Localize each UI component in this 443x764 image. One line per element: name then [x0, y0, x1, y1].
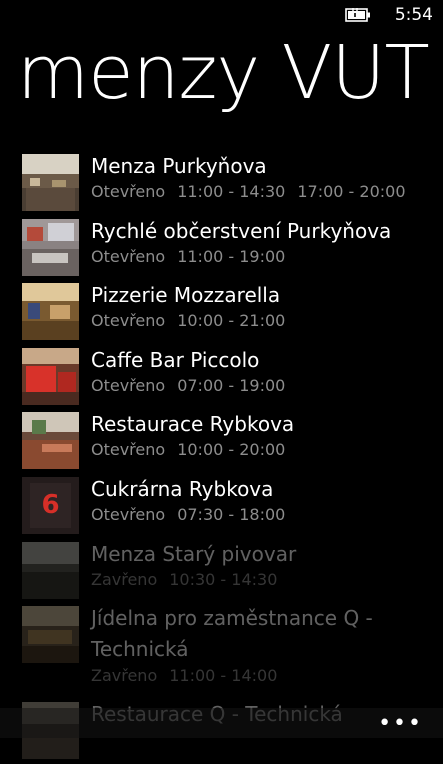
list-item[interactable]: Menza Starý pivovar Zavřeno 10:30 - 14:30	[22, 539, 443, 604]
restaurant-thumbnail	[22, 606, 79, 664]
page-title: menzy VUT	[17, 30, 430, 116]
opening-hours: Otevřeno 11:00 - 14:30 17:00 - 20:00	[91, 182, 406, 201]
restaurant-list: Menza Purkyňova Otevřeno 11:00 - 14:30 17:…	[22, 151, 443, 764]
restaurant-name: Rychlé občerstvení Purkyňova	[91, 218, 392, 243]
status-bar: 5:54	[0, 0, 443, 30]
list-item[interactable]: Menza Purkyňova Otevřeno 11:00 - 14:30 17:…	[22, 151, 443, 216]
list-item[interactable]: 6 Cukrárna Rybkova Otevřeno 07:30 - 18:00	[22, 474, 443, 539]
restaurant-thumbnail	[22, 412, 79, 470]
opening-hours: Otevřeno 10:00 - 21:00	[91, 311, 286, 331]
restaurant-name: Cukrárna Rybkova	[91, 476, 274, 501]
restaurant-name: Menza Starý pivovar	[91, 541, 297, 566]
opening-hours: Otevřeno 10:00 - 20:00	[91, 440, 286, 460]
list-item[interactable]: Pizzerie Mozzarella Otevřeno 10:00 - 21:0…	[22, 280, 443, 345]
restaurant-thumbnail	[22, 283, 79, 341]
restaurant-name: Pizzerie Mozzarella	[91, 283, 281, 308]
restaurant-name: Caffe Bar Piccolo	[91, 347, 260, 372]
thumbnail-number: 6	[41, 490, 60, 521]
restaurant-name: Jídelna pro zaměstnance Q - Technická	[91, 606, 373, 662]
restaurant-name: Restaurace Rybkova	[91, 412, 295, 437]
opening-hours: Otevřeno 07:00 - 19:00	[91, 375, 286, 395]
opening-hours: Otevřeno 07:30 - 18:00	[91, 504, 286, 524]
restaurant-thumbnail	[22, 347, 79, 405]
restaurant-name: Menza Purkyňova	[91, 154, 267, 178]
clock: 5:54	[394, 5, 433, 25]
list-item[interactable]: Rychlé občerstvení Purkyňova Otevřeno 11:…	[22, 216, 443, 281]
list-item[interactable]: Restaurace Rybkova Otevřeno 10:00 - 20:00	[22, 409, 443, 474]
opening-hours: Otevřeno 11:00 - 19:00	[91, 246, 286, 266]
opening-hours: Zavřeno 10:30 - 14:30	[91, 569, 278, 589]
list-item[interactable]: Jídelna pro zaměstnance Q - Technická Za…	[22, 603, 443, 699]
restaurant-thumbnail	[22, 218, 79, 276]
restaurant-thumbnail: 6	[22, 476, 79, 534]
more-options-button[interactable]: •••	[378, 713, 423, 735]
restaurant-thumbnail	[22, 154, 79, 211]
app-bar: •••	[0, 708, 443, 738]
restaurant-thumbnail	[22, 541, 79, 599]
battery-charging-icon	[345, 8, 370, 22]
opening-hours: Zavřeno 11:00 - 14:00	[91, 666, 278, 686]
list-item[interactable]: Caffe Bar Piccolo Otevřeno 07:00 - 19:00	[22, 345, 443, 410]
